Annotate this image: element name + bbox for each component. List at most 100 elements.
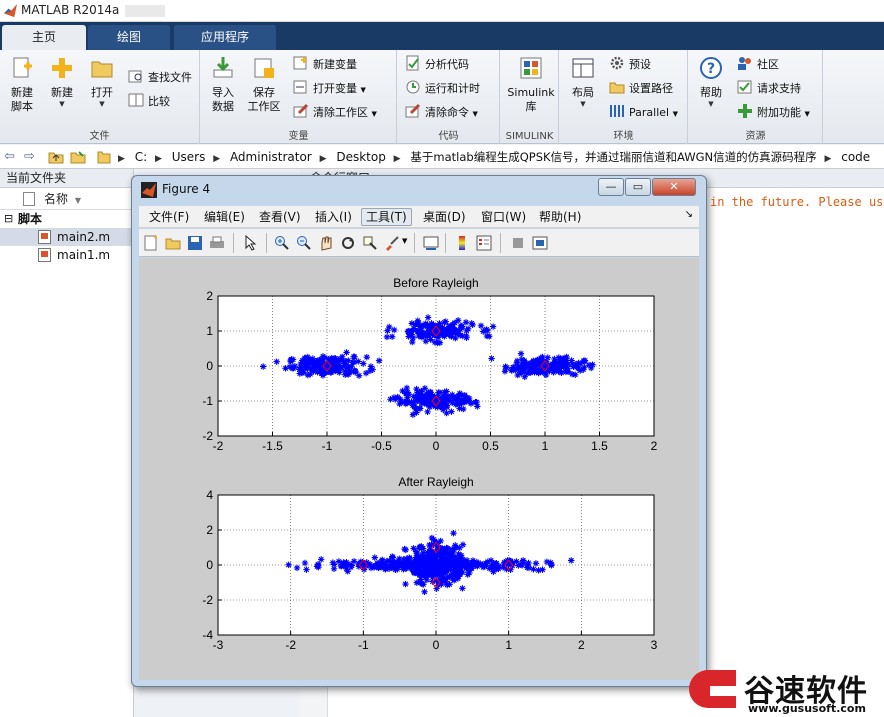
- close-button[interactable]: ✕: [652, 178, 696, 196]
- open-variable-button[interactable]: 打开变量 ▼: [293, 79, 366, 99]
- tab-plots[interactable]: 绘图: [88, 25, 170, 50]
- scatter-point: [401, 545, 408, 553]
- tree-group-scripts[interactable]: ⊟ 脚本: [0, 210, 133, 228]
- rotate-3d-icon[interactable]: [340, 235, 356, 251]
- pan-hand-icon[interactable]: [318, 235, 334, 251]
- menu-help[interactable]: 帮助(H): [535, 208, 585, 226]
- new-script-label: 新建 脚本: [11, 86, 33, 113]
- menu-insert[interactable]: 插入(I): [311, 208, 356, 226]
- new-script-button[interactable]: 新建 脚本: [3, 54, 41, 114]
- tab-home[interactable]: 主页: [2, 25, 86, 50]
- scatter-point: [547, 559, 554, 566]
- scatter-point: [434, 560, 442, 567]
- clear-commands-button[interactable]: 清除命令 ▼: [405, 103, 478, 123]
- preferences-button[interactable]: 预设: [609, 55, 651, 75]
- y-tick-label: 2: [206, 289, 213, 303]
- zoom-in-icon[interactable]: [274, 235, 290, 251]
- save-workspace-button[interactable]: 保存 工作区: [245, 54, 283, 114]
- scatter-point: [459, 568, 466, 576]
- menu-tools[interactable]: 工具(T): [361, 208, 412, 226]
- run-and-time-button[interactable]: 运行和计时: [405, 79, 480, 99]
- browse-folder-icon[interactable]: [70, 149, 86, 165]
- colorbar-icon[interactable]: [454, 235, 470, 251]
- section-file-label: 文件: [89, 131, 110, 142]
- link-plot-icon[interactable]: [423, 235, 439, 251]
- brush-icon[interactable]: [384, 235, 400, 251]
- scatter-point: [315, 563, 322, 571]
- figure-canvas[interactable]: -2 -1.5 -1 -0.5 0 0.5 1 1.5 2 -2 -1 0 1 2 Before Rayl…: [139, 258, 699, 680]
- import-data-button[interactable]: 导入 数据: [204, 54, 242, 114]
- breadcrumb-item[interactable]: Desktop: [336, 150, 386, 164]
- data-cursor-icon[interactable]: [362, 235, 378, 251]
- forward-arrow-icon[interactable]: ⇨: [24, 149, 35, 165]
- menu-desktop[interactable]: 桌面(D): [419, 208, 470, 226]
- m-file-icon: [38, 230, 51, 244]
- menu-edit[interactable]: 编辑(E): [200, 208, 249, 226]
- maximize-button[interactable]: ▭: [625, 178, 651, 196]
- y-tick-label: -2: [202, 593, 213, 607]
- save-icon[interactable]: [187, 235, 203, 251]
- clear-workspace-button[interactable]: 清除工作区 ▼: [293, 103, 377, 123]
- breadcrumb-item[interactable]: Users: [172, 150, 206, 164]
- minimize-button[interactable]: —: [598, 178, 624, 196]
- new-variable-button[interactable]: 新建变量: [293, 55, 357, 75]
- breadcrumb-item[interactable]: Administrator: [230, 150, 312, 164]
- analyze-code-icon: [406, 55, 419, 71]
- scatter-point: [574, 364, 582, 372]
- run-and-time-icon: [406, 80, 420, 94]
- new-button[interactable]: 新建 ▼: [43, 54, 81, 108]
- analyze-code-button[interactable]: 分析代码: [405, 55, 469, 75]
- x-tick-label: 2: [578, 638, 585, 652]
- layout-button[interactable]: 布局 ▼: [564, 54, 602, 108]
- set-path-button[interactable]: 设置路径: [609, 79, 673, 99]
- figure-window[interactable]: Figure 4 — ▭ ✕ 文件(F) 编辑(E) 查看(V) 插入(I) 工…: [131, 175, 707, 687]
- tab-apps[interactable]: 应用程序: [174, 25, 276, 50]
- compare-button[interactable]: 比较: [128, 92, 170, 112]
- breadcrumb-item[interactable]: 基于matlab编程生成QPSK信号，并通过瑞丽信道和AWGN信道的仿真源码程序: [410, 150, 816, 164]
- request-support-button[interactable]: 请求支持: [737, 79, 801, 99]
- back-arrow-icon[interactable]: ⇦: [4, 149, 15, 165]
- find-files-button[interactable]: 查找文件: [128, 68, 192, 88]
- help-button[interactable]: ? 帮助 ▼: [692, 54, 730, 108]
- x-tick-label: 1: [505, 638, 512, 652]
- set-path-label: 设置路径: [629, 82, 673, 95]
- matlab-logo-icon: [3, 3, 18, 18]
- menu-window[interactable]: 窗口(W): [477, 208, 530, 226]
- breadcrumb-item[interactable]: code: [841, 150, 870, 164]
- breadcrumb: ▶ C: ▶ Users ▶ Administrator ▶ Desktop ▶…: [118, 149, 874, 165]
- open-button[interactable]: 打开 ▼: [83, 54, 121, 108]
- scatter-point: [413, 564, 420, 571]
- open-file-icon[interactable]: [165, 235, 181, 251]
- scatter-point: [421, 588, 428, 596]
- menu-view[interactable]: 查看(V): [255, 208, 305, 226]
- breadcrumb-item[interactable]: C:: [135, 150, 147, 164]
- legend-icon[interactable]: [476, 235, 492, 251]
- axes-after-rayleigh[interactable]: -3 -2 -1 0 1 2 3 -4 -2 0 2 4 After Rayleigh: [202, 475, 657, 652]
- chevron-down-icon[interactable]: ▼: [402, 237, 407, 245]
- simulink-library-button[interactable]: Simulink 库: [505, 54, 557, 114]
- list-item[interactable]: main1.m: [0, 246, 133, 264]
- scatter-point: [420, 562, 427, 569]
- show-plot-tools-icon[interactable]: [532, 235, 548, 251]
- axes-before-rayleigh[interactable]: -2 -1.5 -1 -0.5 0 0.5 1 1.5 2 -2 -1 0 1 2 Before Rayl…: [202, 276, 657, 453]
- scatter-point: [426, 553, 434, 560]
- pointer-arrow-icon[interactable]: [242, 235, 258, 251]
- hide-plot-tools-icon[interactable]: [510, 235, 526, 251]
- dock-arrow-icon[interactable]: ↘: [685, 209, 693, 220]
- collapse-minus-icon[interactable]: ⊟: [4, 210, 13, 228]
- add-ons-button[interactable]: 附加功能 ▼: [737, 103, 810, 123]
- new-figure-icon[interactable]: [143, 235, 159, 251]
- section-resources: ? 帮助 ▼ 社区 请求支持 附加功能 ▼ 资源: [689, 50, 823, 144]
- community-button[interactable]: 社区: [737, 55, 779, 75]
- up-folder-icon[interactable]: [48, 149, 64, 165]
- parallel-button[interactable]: Parallel ▼: [609, 103, 678, 123]
- scatter-point: [441, 559, 448, 566]
- print-icon[interactable]: [209, 235, 225, 251]
- scatter-point: [450, 530, 457, 537]
- chevron-down-icon: ▼: [472, 110, 478, 118]
- menu-file[interactable]: 文件(F): [145, 208, 193, 226]
- name-column-header[interactable]: 名称 ▼: [0, 188, 133, 210]
- zoom-out-icon[interactable]: [296, 235, 312, 251]
- list-item[interactable]: main2.m: [0, 228, 133, 246]
- import-data-label: 导入 数据: [212, 86, 234, 113]
